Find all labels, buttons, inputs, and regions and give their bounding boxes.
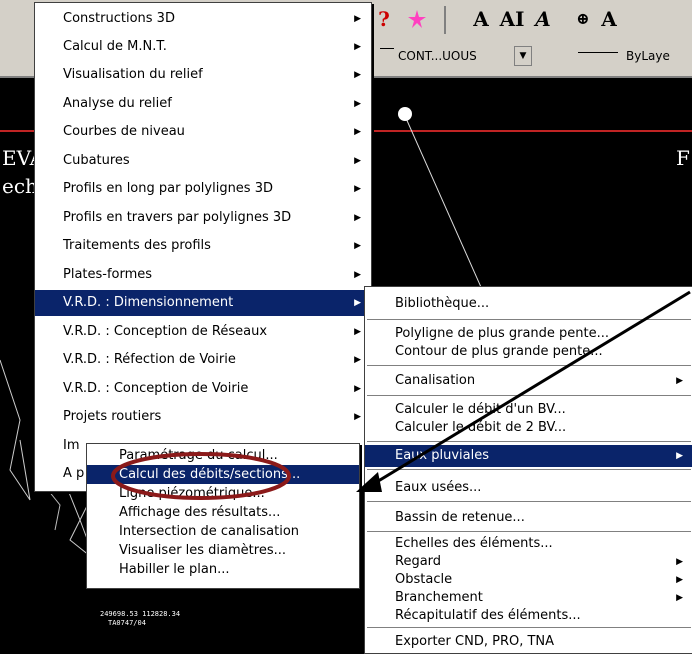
arrow-head-icon	[356, 472, 382, 492]
annotation-arrow	[369, 290, 691, 488]
annotation-overlay	[111, 290, 691, 500]
highlight-ellipse	[111, 452, 291, 500]
